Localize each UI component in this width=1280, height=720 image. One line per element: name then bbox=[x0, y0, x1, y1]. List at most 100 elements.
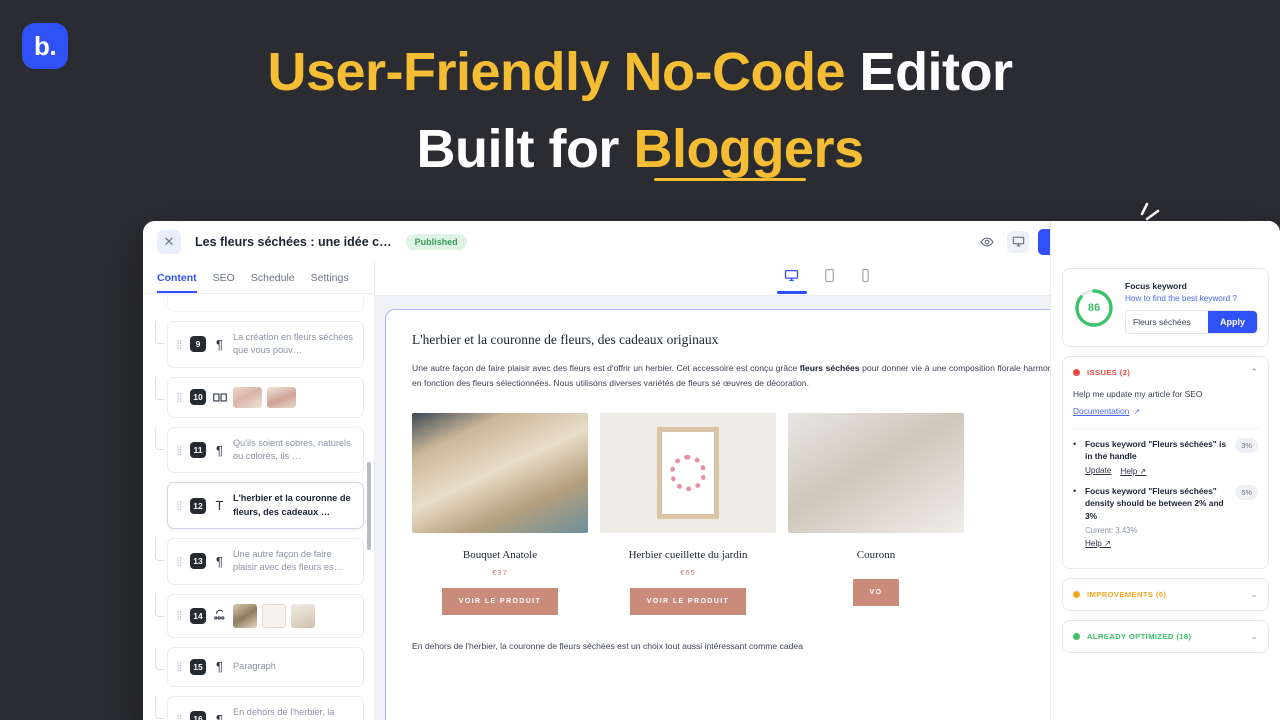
issue-item: • Focus keyword "Fleurs séchées" density… bbox=[1073, 484, 1258, 548]
product-price: €65 bbox=[680, 568, 696, 578]
block-number: 10 bbox=[190, 389, 206, 406]
focus-keyword-help-link[interactable]: How to find the best keyword ? bbox=[1125, 294, 1258, 303]
product-name: Bouquet Anatole bbox=[462, 549, 538, 562]
chevron-down-icon[interactable]: ⌄ bbox=[1250, 589, 1258, 600]
list-item[interactable]: ⣿ 15 ¶ Paragraph bbox=[155, 646, 364, 687]
headline-line-2-accent: Bloggers bbox=[633, 118, 864, 179]
seo-score-ring: 86 bbox=[1073, 287, 1115, 329]
documentation-link[interactable]: Documentation ↗ bbox=[1073, 401, 1258, 419]
tab-schedule[interactable]: Schedule bbox=[251, 272, 295, 293]
paragraph-icon: ¶ bbox=[216, 659, 223, 675]
drag-handle[interactable]: ⣿ bbox=[176, 501, 184, 510]
tree-connector bbox=[155, 696, 164, 719]
block-thumbnails bbox=[233, 386, 296, 408]
focus-keyword-label: Focus keyword bbox=[1125, 281, 1187, 291]
issues-section-label: ISSUES (2) bbox=[1087, 368, 1131, 377]
block-label: L'herbier et la couronne de fleurs, des … bbox=[233, 493, 351, 517]
issue-update-link[interactable]: Update bbox=[1085, 466, 1111, 476]
status-dot-optimized bbox=[1073, 632, 1080, 640]
issue-current-value: Current: 3.43% bbox=[1085, 525, 1138, 535]
product-name: Herbier cueillette du jardin bbox=[628, 549, 748, 562]
improvements-section[interactable]: IMPROVEMENTS (0) ⌄ bbox=[1062, 577, 1269, 611]
paragraph-keyword: fleurs séchées bbox=[799, 363, 860, 373]
issues-help-text: Help me update my article for SEO bbox=[1073, 389, 1203, 399]
focus-keyword-input[interactable] bbox=[1126, 311, 1208, 333]
tab-content[interactable]: Content bbox=[157, 272, 197, 293]
drag-handle[interactable]: ⣿ bbox=[176, 556, 184, 565]
issue-help-link[interactable]: Help ↗ bbox=[1120, 466, 1146, 476]
issues-section-header[interactable]: ISSUES (2) ⌃ bbox=[1063, 357, 1268, 388]
headline: User-Friendly No-Code Editor Built for B… bbox=[0, 34, 1280, 187]
chevron-up-icon[interactable]: ⌃ bbox=[1250, 367, 1258, 378]
tab-seo[interactable]: SEO bbox=[213, 272, 235, 293]
drag-handle[interactable]: ⣿ bbox=[176, 611, 184, 620]
list-item[interactable]: ⣿ 9 ¶ La création en fleurs séchées que … bbox=[155, 321, 364, 368]
block-number: 13 bbox=[190, 553, 206, 570]
promo-banner: b. User-Friendly No-Code Editor Built fo… bbox=[0, 0, 1280, 720]
mobile-view-icon[interactable] bbox=[860, 268, 871, 289]
tab-settings[interactable]: Settings bbox=[311, 272, 349, 293]
list-item[interactable]: ⣿ 10 bbox=[155, 376, 364, 418]
product-cta-button[interactable]: VOIR LE PRODUIT bbox=[441, 588, 559, 616]
blocks-scrollbar[interactable] bbox=[367, 462, 371, 550]
tree-connector bbox=[155, 377, 164, 400]
already-optimized-section-header[interactable]: ALREADY OPTIMIZED (18) ⌄ bbox=[1063, 621, 1268, 652]
list-item[interactable]: fleurs séchées bbox=[167, 294, 364, 312]
improvements-section-header[interactable]: IMPROVEMENTS (0) ⌄ bbox=[1063, 579, 1268, 610]
tree-connector bbox=[155, 427, 164, 450]
issue-actions: Help ↗ bbox=[1085, 538, 1229, 548]
already-optimized-section[interactable]: ALREADY OPTIMIZED (18) ⌄ bbox=[1062, 619, 1269, 653]
blocks-panel: Content SEO Schedule Settings fleurs séc… bbox=[143, 262, 375, 720]
list-item[interactable]: ⣿ 14 bbox=[155, 593, 364, 638]
headline-line-1-plain: Editor bbox=[859, 42, 1014, 102]
desktop-icon[interactable] bbox=[1007, 230, 1030, 253]
product-card[interactable]: Herbier cueillette du jardin €65 VOIR LE… bbox=[600, 413, 776, 616]
list-item[interactable]: ⣿ 16 ¶ En dehors de l'herbier, la couron… bbox=[155, 695, 364, 720]
status-dot-issues bbox=[1073, 369, 1080, 376]
list-item[interactable]: ⣿ 11 ¶ Qu'ils soient sobres, naturels ou… bbox=[155, 426, 364, 474]
issue-actions: Update Help ↗ bbox=[1085, 466, 1229, 476]
thumbnail bbox=[262, 603, 286, 628]
bullet-icon: • bbox=[1073, 438, 1077, 449]
headline-line-1: User-Friendly No-Code Editor bbox=[0, 34, 1280, 111]
paragraph-icon: ¶ bbox=[216, 553, 223, 569]
issue-text: Focus keyword "Fleurs séchées" density s… bbox=[1085, 485, 1224, 522]
tree-connector bbox=[155, 322, 164, 344]
thumbnail bbox=[233, 386, 262, 408]
seo-score-value: 86 bbox=[1087, 301, 1101, 314]
drag-handle[interactable]: ⣿ bbox=[176, 714, 184, 720]
divider bbox=[1073, 427, 1258, 429]
external-link-icon: ↗ bbox=[1139, 466, 1147, 476]
editor-window: ✕ Les fleurs séchées : une idée c… Publi… bbox=[143, 221, 1280, 720]
list-item[interactable]: ⣿ 12 T L'herbier et la couronne de fleur… bbox=[167, 482, 364, 530]
issue-item: • Focus keyword "Fleurs séchées" is in t… bbox=[1073, 437, 1258, 476]
heading-icon: T bbox=[215, 498, 224, 514]
drag-handle[interactable]: ⣿ bbox=[176, 392, 184, 401]
drag-handle[interactable]: ⣿ bbox=[176, 662, 184, 671]
product-cta-button[interactable]: VO bbox=[852, 579, 900, 607]
chevron-down-icon[interactable]: ⌄ bbox=[1250, 631, 1258, 642]
thumbnail bbox=[267, 386, 296, 408]
close-icon[interactable]: ✕ bbox=[157, 229, 181, 254]
tablet-view-icon[interactable] bbox=[823, 268, 836, 289]
drag-handle[interactable]: ⣿ bbox=[176, 339, 184, 348]
block-label: Une autre façon de faire plaisir avec de… bbox=[233, 549, 343, 573]
issue-help-link[interactable]: Help ↗ bbox=[1085, 538, 1111, 548]
product-cta-button[interactable]: VOIR LE PRODUIT bbox=[629, 588, 747, 616]
product-card[interactable]: Bouquet Anatole €37 VOIR LE PRODUIT bbox=[412, 413, 588, 616]
block-number: 16 bbox=[190, 711, 206, 720]
product-card[interactable]: Couronn VO bbox=[788, 413, 964, 615]
block-list[interactable]: fleurs séchées ⣿ 9 ¶ La création en fleu… bbox=[143, 294, 374, 720]
thumbnail bbox=[291, 603, 315, 628]
tree-connector bbox=[155, 647, 164, 670]
headline-underline bbox=[654, 178, 806, 181]
product-price: €37 bbox=[492, 568, 508, 578]
desktop-view-icon[interactable] bbox=[784, 268, 799, 289]
list-item[interactable]: ⣿ 13 ¶ Une autre façon de faire plaisir … bbox=[155, 538, 364, 585]
eye-icon[interactable] bbox=[976, 231, 998, 253]
apply-keyword-button[interactable]: Apply bbox=[1207, 311, 1257, 333]
paragraph-icon: ¶ bbox=[216, 442, 223, 458]
block-thumbnails bbox=[233, 603, 315, 628]
issue-percent-badge: 3% bbox=[1235, 437, 1258, 453]
drag-handle[interactable]: ⣿ bbox=[176, 445, 184, 454]
